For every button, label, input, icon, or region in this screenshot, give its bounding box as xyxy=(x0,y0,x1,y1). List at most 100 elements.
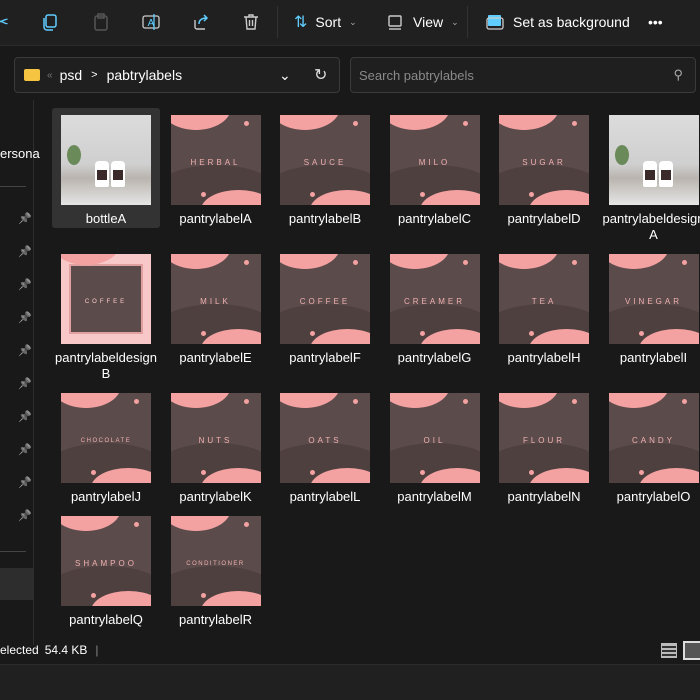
search-icon: ⚲ xyxy=(673,67,683,82)
scissors-icon: ✂ xyxy=(0,11,10,32)
thumbnail: SAUCE xyxy=(280,115,370,205)
pin-icon[interactable]: 📌 xyxy=(18,212,32,225)
pin-icon[interactable]: 📌 xyxy=(18,410,32,423)
selection-status: elected xyxy=(0,643,39,657)
file-name: pantrylabelK xyxy=(179,489,252,504)
large-icons-view-icon[interactable] xyxy=(683,641,700,660)
command-bar: ✂ A ⇅ Sort ⌄ View ⌄ Set as background ••• xyxy=(0,0,700,46)
file-item[interactable]: FLOUR pantrylabelN xyxy=(490,386,598,518)
file-item[interactable]: OATS pantrylabelL xyxy=(271,386,379,518)
view-icon xyxy=(388,15,402,30)
file-name: pantrylabelC xyxy=(398,211,471,226)
thumbnail: COFFEE xyxy=(280,254,370,344)
thumbnail: CONDITIONER xyxy=(170,516,261,606)
label-word: OIL xyxy=(423,436,446,445)
thumbnail: HERBAL xyxy=(170,115,261,205)
details-view-icon[interactable] xyxy=(661,643,677,658)
file-name: pantrylabelH xyxy=(507,350,581,365)
breadcrumb-pabtrylabels[interactable]: pabtrylabels xyxy=(107,67,183,83)
view-button[interactable]: View ⌄ xyxy=(385,8,459,36)
pin-icon[interactable]: 📌 xyxy=(18,377,32,390)
thumbnail: COFFEE xyxy=(61,254,151,344)
more-icon: ••• xyxy=(648,14,663,30)
label-word: VINEGAR xyxy=(624,297,682,306)
thumbnail xyxy=(608,115,699,205)
file-name: pantrylabeldesignA xyxy=(602,211,700,242)
file-item[interactable]: SAUCE pantrylabelB xyxy=(271,108,379,240)
navigation-pane: ersona 📌 📌 📌 📌 📌 📌 📌 📌 📌 📌 xyxy=(0,100,40,645)
file-item[interactable]: CHOCOLATE pantrylabelJ xyxy=(52,386,160,518)
delete-button[interactable] xyxy=(241,8,261,36)
pin-icon[interactable]: 📌 xyxy=(18,476,32,489)
label-word: COFFEE xyxy=(84,299,128,305)
file-item[interactable]: MILK pantrylabelE xyxy=(162,247,270,379)
share-button[interactable] xyxy=(191,8,211,36)
sidebar-item-selected[interactable] xyxy=(0,568,33,600)
file-item[interactable]: HERBAL pantrylabelA xyxy=(162,108,270,240)
label-word: SAUCE xyxy=(303,158,347,167)
selection-size: 54.4 KB xyxy=(44,643,88,657)
label-word: HERBAL xyxy=(190,158,241,167)
label-word: SUGAR xyxy=(522,158,566,167)
thumbnail: TEA xyxy=(499,254,589,344)
search-input[interactable]: Search pabtrylabels ⚲ xyxy=(350,57,696,93)
pin-icon[interactable]: 📌 xyxy=(18,509,32,522)
thumbnail: MILK xyxy=(170,254,261,344)
sort-button[interactable]: ⇅ Sort ⌄ xyxy=(294,8,357,36)
file-item[interactable]: COFFEE pantrylabelF xyxy=(271,247,379,379)
file-item[interactable]: SHAMPOO pantrylabelQ xyxy=(52,509,160,641)
pin-icon[interactable]: 📌 xyxy=(18,443,32,456)
file-item[interactable]: CONDITIONER pantrylabelR xyxy=(162,509,270,641)
file-item[interactable]: OIL pantrylabelM xyxy=(381,386,489,518)
file-item[interactable]: NUTS pantrylabelK xyxy=(162,386,270,518)
file-name: pantrylabelG xyxy=(397,350,472,365)
trash-icon xyxy=(244,14,258,30)
pin-icon[interactable]: 📌 xyxy=(18,344,32,357)
rename-button[interactable]: A xyxy=(141,8,161,36)
taskbar xyxy=(0,664,700,700)
thumbnail: CHOCOLATE xyxy=(61,393,151,483)
file-item[interactable]: VINEGAR pantrylabelI xyxy=(600,247,700,379)
file-item[interactable]: CANDY pantrylabelO xyxy=(600,386,700,518)
chevron-down-icon[interactable]: ⌄ xyxy=(279,67,291,84)
wallpaper-icon xyxy=(486,15,504,30)
thumbnail: FLOUR xyxy=(499,393,589,483)
file-item[interactable]: TEA pantrylabelH xyxy=(490,247,598,379)
share-icon xyxy=(194,14,209,30)
refresh-icon[interactable]: ↻ xyxy=(314,65,327,85)
divider: | xyxy=(95,643,99,657)
breadcrumb-psd[interactable]: psd xyxy=(60,67,83,83)
label-word: CREAMER xyxy=(403,297,465,306)
file-item[interactable]: pantrylabeldesignA xyxy=(600,108,700,242)
pin-icon[interactable]: 📌 xyxy=(18,245,32,258)
thumbnail: VINEGAR xyxy=(608,254,699,344)
cut-button[interactable]: ✂ xyxy=(0,8,9,36)
label-word: MILK xyxy=(200,297,231,306)
label-word: MILO xyxy=(418,158,451,167)
sort-icon: ⇅ xyxy=(294,14,308,31)
file-name: pantrylabelR xyxy=(179,612,252,627)
paste-button[interactable] xyxy=(91,8,111,36)
file-name: pantrylabelM xyxy=(397,489,472,504)
pin-icon[interactable]: 📌 xyxy=(18,278,32,291)
breadcrumb-separator: > xyxy=(91,69,98,81)
file-item[interactable]: bottleA xyxy=(52,108,160,228)
file-name: pantrylabelE xyxy=(179,350,252,365)
thumbnail: OATS xyxy=(280,393,370,483)
set-background-button[interactable]: Set as background xyxy=(485,8,630,36)
label-word: FLOUR xyxy=(522,436,566,445)
sidebar-item-personal[interactable]: ersona xyxy=(0,146,40,161)
breadcrumb-overflow[interactable]: « xyxy=(47,70,53,81)
pin-icon[interactable]: 📌 xyxy=(18,311,32,324)
thumbnail: MILO xyxy=(389,115,480,205)
file-name: pantrylabelD xyxy=(507,211,581,226)
file-item[interactable]: SUGAR pantrylabelD xyxy=(490,108,598,240)
copy-button[interactable] xyxy=(40,8,60,36)
more-options-button[interactable]: ••• xyxy=(648,8,663,36)
file-item[interactable]: MILO pantrylabelC xyxy=(381,108,489,240)
file-name: pantrylabelN xyxy=(507,489,581,504)
address-bar[interactable]: « psd > pabtrylabels ⌄ ↻ xyxy=(14,57,340,93)
file-item[interactable]: COFFEE pantrylabeldesignB xyxy=(52,247,160,381)
file-item[interactable]: CREAMER pantrylabelG xyxy=(381,247,489,379)
label-word: TEA xyxy=(531,297,557,306)
